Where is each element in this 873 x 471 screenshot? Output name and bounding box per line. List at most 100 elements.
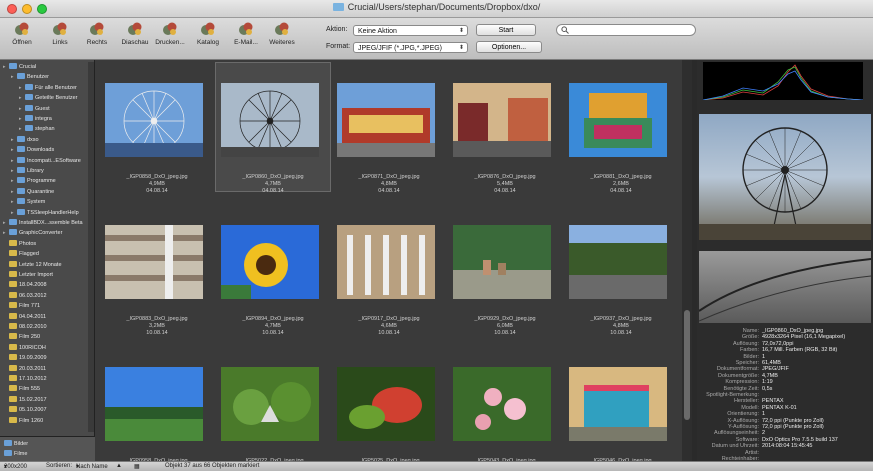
sidebar-tree-item[interactable]: 19.09.2009 <box>3 354 47 363</box>
sidebar-tree-item[interactable]: ▸ GraphicConverter <box>3 229 62 238</box>
thumbnail-cell[interactable]: _IGP0876_DxO_jpeg.jpg 5,4MB 04.08.14 <box>448 63 562 194</box>
sidebar-tree-item[interactable]: ▸ System <box>11 198 45 207</box>
sort-popup[interactable]: Nach Name ▾ <box>76 463 108 470</box>
sidebar-tree-item[interactable]: ▸ Crucial <box>3 63 36 72</box>
thumbnail-cell[interactable]: _IGP0929_DxO_jpeg.jpg 6,0MB 10.08.14 <box>448 205 562 336</box>
thumbnail-image[interactable] <box>453 367 551 441</box>
thumbnail-image[interactable] <box>221 367 319 441</box>
view-toggle-icon[interactable]: ▦ <box>134 463 140 470</box>
toolbar-button-7[interactable]: E-Mail... <box>228 21 264 46</box>
sidebar-tree-item[interactable]: 18.04.2008 <box>3 281 47 290</box>
thumbnail-cell[interactable]: _IGP0883_DxO_jpeg.jpg 3,2MB 10.08.14 <box>100 205 214 336</box>
thumbnail-cell[interactable]: _IGP5022_DxO_jpeg.jpg6,6MB07.09.14 <box>216 347 330 461</box>
sidebar-tree-item[interactable]: ▸ InstallBDX...ssemble Beta <box>3 219 83 228</box>
sidebar-tree-item[interactable]: Film 250 <box>3 333 40 342</box>
sidebar-tree-item[interactable]: 17.10.2012 <box>3 375 47 384</box>
format-select[interactable]: JPEG/JFIF (*.JPG,*.JPEG) ⬍ <box>353 42 468 53</box>
sort-direction-icon[interactable]: ▲ <box>116 463 122 469</box>
sidebar-tree-item[interactable]: ▸ stephan <box>19 125 55 134</box>
sidebar-tree-item[interactable]: Film 555 <box>3 385 40 394</box>
toolbar-button-2[interactable]: Links <box>42 21 78 46</box>
sidebar-tree-item[interactable]: Photos <box>3 239 36 249</box>
toolbar-button-4[interactable]: Diaschau <box>117 21 153 46</box>
thumbnail-image[interactable] <box>221 225 319 299</box>
sidebar-scrollbar[interactable] <box>88 62 94 432</box>
grid-scroll-thumb[interactable] <box>684 310 690 420</box>
aktion-select[interactable]: Keine Aktion ⬍ <box>353 25 468 36</box>
thumbnail-cell[interactable]: _IGP0917_DxO_jpeg.jpg 4,6MB 10.08.14 <box>332 205 446 336</box>
sidebar-tree-item[interactable]: Letzter Import <box>3 271 53 280</box>
thumbnail-cell[interactable]: _IGP0958_DxO_jpeg.jpg2,9MB10.08.14 <box>100 347 214 461</box>
thumbnail-image[interactable] <box>221 83 319 157</box>
sidebar-tree-item[interactable]: 06.03.2012 <box>3 291 47 301</box>
sidebar-item-label: GraphicConverter <box>19 230 63 237</box>
metadata-value: 0,5s <box>762 385 773 392</box>
sidebar-tree-item[interactable]: 04.04.2011 <box>3 312 46 322</box>
thumbnail-cell[interactable]: _IGP0858_DxO_jpeg.jpg 4,9MB 04.08.14 <box>100 63 214 194</box>
aktion-label: Aktion: <box>326 26 348 33</box>
thumbnail-image[interactable] <box>105 83 203 157</box>
sidebar-tree-item[interactable]: ▸ integra <box>19 115 52 124</box>
metadata-value: 4,7MB <box>762 372 778 379</box>
sidebar-tree-item[interactable]: ▸ Programme <box>11 177 56 186</box>
thumbnail-cell[interactable]: _IGP0871_DxO_jpeg.jpg 4,8MB 04.08.14 <box>332 63 446 194</box>
sidebar-item-label: TSSleepHandlerHelp <box>27 209 79 216</box>
sidebar-tree-item[interactable]: Film 1260 <box>3 416 43 426</box>
sidebar-tree-item[interactable]: ▸ Geteilte Benutzer <box>19 94 78 103</box>
sidebar-tree-item[interactable]: ▸ Benutzer <box>11 73 49 82</box>
sidebar-tree-item[interactable]: 08.02.2010 <box>3 323 47 332</box>
sidebar-tree-item[interactable]: ▸ Für alle Benutzer <box>19 83 77 93</box>
toolbar-button-3[interactable]: Rechts <box>79 21 115 46</box>
sidebar-tree-item[interactable]: 20.03.2011 <box>3 364 46 374</box>
thumbnail-cell[interactable]: _IGP0860_DxO_jpeg.jpg 4,7MB 04.08.14 <box>215 62 331 194</box>
sidebar-tree-item[interactable]: 100RICOH <box>3 343 46 353</box>
sidebar-tree-item[interactable]: ▸ Downloads <box>11 146 54 155</box>
folder-icon <box>25 94 33 101</box>
sidebar-tree-item[interactable]: ▸ Library <box>11 167 44 176</box>
grid-scrollbar[interactable] <box>682 60 692 461</box>
thumbnail-cell[interactable]: _IGP5043_DxO_jpeg.jpg6,0MB07.09.14 <box>448 347 562 461</box>
sidebar-tree-item[interactable]: Film 771 <box>3 302 40 311</box>
thumbnail-image[interactable] <box>453 225 551 299</box>
sidebar-tree-item[interactable]: 15.02.2017 <box>3 395 47 405</box>
thumbnail-image[interactable] <box>337 83 435 157</box>
sidebar-tree-item[interactable]: ▸ Incompati...ESoftware <box>11 156 81 166</box>
thumbnail-image[interactable] <box>453 83 551 157</box>
sidebar-tree-item[interactable]: Flagged <box>3 250 39 259</box>
preview-detail-image <box>698 251 872 323</box>
status-bar: 200x200 ▾ Sortieren: Nach Name ▾ ▲ ▦ Obj… <box>0 461 873 471</box>
thumbnail-filesize: 4,7MB <box>265 181 281 187</box>
sidebar-tree-item[interactable]: ▸ Quarantine <box>11 187 54 197</box>
search-field[interactable] <box>556 24 696 36</box>
toolbar-button-8[interactable]: Weiteres <box>264 21 300 46</box>
thumbnail-image[interactable] <box>569 83 667 157</box>
toolbar-button-5[interactable]: Drucken... <box>152 21 188 46</box>
sidebar-tree-item[interactable]: ▸ Guest <box>19 104 50 114</box>
sidebar-tree-item[interactable]: ▸ TSSleepHandlerHelp <box>11 208 79 218</box>
toolbar-button-6[interactable]: Katalog <box>190 21 226 46</box>
sidebar-tree-item[interactable]: 05.10.2007 <box>3 406 47 415</box>
zoom-popup[interactable]: 200x200 ▾ <box>4 463 27 470</box>
thumbnail-image[interactable] <box>337 225 435 299</box>
start-button[interactable]: Start <box>476 24 536 36</box>
sidebar-item-bilder[interactable]: Bilder <box>4 440 28 449</box>
sidebar-tree-item[interactable]: ▸ dxso <box>11 135 39 145</box>
thumbnail-cell[interactable]: _IGP0894_DxO_jpeg.jpg 4,7MB 10.08.14 <box>216 205 330 336</box>
thumbnail-cell[interactable]: _IGP5025_DxO_jpeg.jpg5,5MB07.09.14 <box>332 347 446 461</box>
optionen-button[interactable]: Optionen... <box>476 41 542 53</box>
sidebar-item-label: Letzte 12 Monate <box>19 261 62 268</box>
title-bar: Crucial/Users/stephan/Documents/Dropbox/… <box>0 0 873 18</box>
thumbnail-cell[interactable]: _IGP0881_DxO_jpeg.jpg 2,6MB 04.08.14 <box>564 63 678 194</box>
thumbnail-image[interactable] <box>569 367 667 441</box>
toolbar-button-1[interactable]: Öffnen <box>4 21 40 46</box>
sidebar-item-filme[interactable]: Filme <box>4 450 27 459</box>
thumbnail-cell[interactable]: _IGP5046_DxO_jpeg.jpg5,6MB07.09.14 <box>564 347 678 461</box>
rotate-left-icon <box>53 22 67 35</box>
thumbnail-cell[interactable]: _IGP0937_DxO_jpeg.jpg 4,8MB 10.08.14 <box>564 205 678 336</box>
sidebar-tree-item[interactable]: Letzte 12 Monate <box>3 260 62 270</box>
thumbnail-image[interactable] <box>569 225 667 299</box>
thumbnail-filename: _IGP0876_DxO_jpeg.jpg <box>474 174 536 180</box>
thumbnail-image[interactable] <box>105 367 203 441</box>
thumbnail-image[interactable] <box>337 367 435 441</box>
thumbnail-image[interactable] <box>105 225 203 299</box>
